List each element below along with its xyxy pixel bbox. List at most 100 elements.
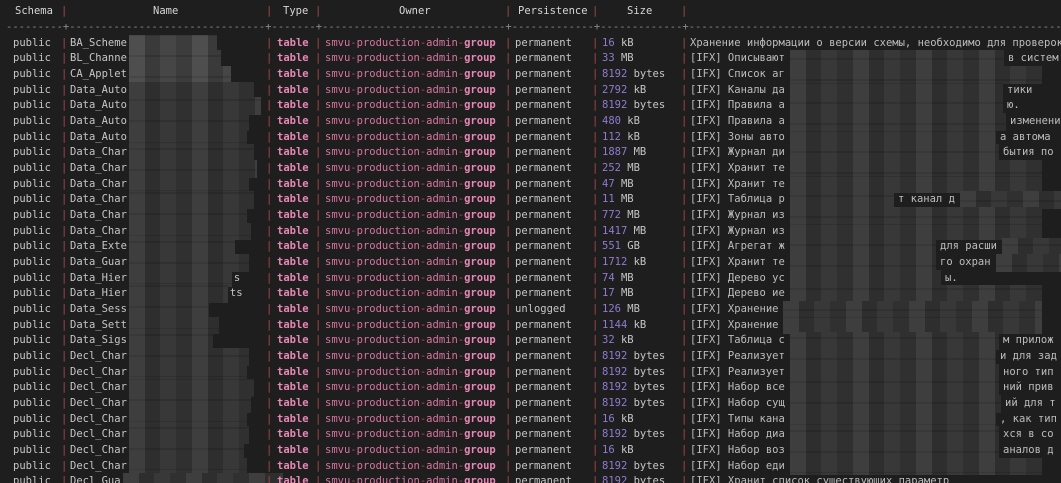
owner-keyword: group xyxy=(464,397,496,409)
cell-size-unit: MB xyxy=(627,161,640,177)
column-separator: | xyxy=(592,36,598,52)
cell-owner: smvu-production-admin-group xyxy=(325,239,496,255)
owner-word: admin xyxy=(426,52,458,64)
owner-keyword: group xyxy=(464,319,496,331)
column-separator: | xyxy=(315,83,321,99)
cell-persistence: permanent xyxy=(515,98,572,114)
owner-word: smvu xyxy=(325,193,350,205)
cell-size-value: 252 xyxy=(602,161,621,177)
cell-description-tail: бытия по xyxy=(1003,145,1054,161)
column-separator: | xyxy=(592,427,598,443)
cell-description: [IFX] Реализует xyxy=(690,365,785,381)
column-separator: | xyxy=(315,302,321,318)
cell-persistence: permanent xyxy=(515,36,572,52)
table-row: public|Data_Hierts|table|smvu-production… xyxy=(0,286,1061,302)
owner-keyword: group xyxy=(464,225,496,237)
column-separator: | xyxy=(505,4,511,20)
cell-size-unit: MB xyxy=(621,51,634,67)
cell-size-unit: bytes xyxy=(634,365,666,381)
cell-size-value: 32 xyxy=(602,333,615,349)
cell-size-unit: kB xyxy=(621,443,634,459)
owner-word: smvu xyxy=(325,272,350,284)
cell-size-value: 47 xyxy=(602,177,615,193)
column-separator: | xyxy=(592,192,598,208)
column-header-name: Name xyxy=(153,4,178,20)
cell-size-unit: MB xyxy=(621,192,634,208)
cell-schema: public xyxy=(13,177,51,193)
cell-owner: smvu-production-admin-group xyxy=(325,318,496,334)
column-separator: | xyxy=(315,145,321,161)
cell-size-value: 1712 xyxy=(602,255,627,271)
cell-type: table xyxy=(277,130,309,146)
owner-keyword: group xyxy=(464,303,496,315)
cell-description: [IFX] Агрегат ж xyxy=(690,239,785,255)
cell-table-name: Data_Char xyxy=(70,177,127,193)
cell-type: table xyxy=(277,36,309,52)
column-separator: | xyxy=(681,114,687,130)
owner-word: production xyxy=(357,303,420,315)
column-separator: | xyxy=(266,396,272,412)
cell-type: table xyxy=(277,114,309,130)
column-separator: | xyxy=(315,255,321,271)
owner-word: smvu xyxy=(325,37,350,49)
column-separator: | xyxy=(592,271,598,287)
cell-schema: public xyxy=(13,208,51,224)
cell-size-unit: bytes xyxy=(634,67,666,83)
column-separator: | xyxy=(315,130,321,146)
column-separator: | xyxy=(505,333,511,349)
cell-description: [IFX] Набор воз xyxy=(690,443,785,459)
cell-table-name: Data_Sigs xyxy=(70,333,127,349)
cell-persistence: permanent xyxy=(515,51,572,67)
column-separator: | xyxy=(315,412,321,428)
column-separator: | xyxy=(592,349,598,365)
cell-size-unit: bytes xyxy=(634,98,666,114)
column-separator: | xyxy=(266,302,272,318)
cell-persistence: permanent xyxy=(515,255,572,271)
cell-type: table xyxy=(277,380,309,396)
cell-size-unit: MB xyxy=(627,302,640,318)
cell-size-unit: bytes xyxy=(634,380,666,396)
cell-persistence: permanent xyxy=(515,333,572,349)
column-separator: | xyxy=(61,318,67,334)
cell-owner: smvu-production-admin-group xyxy=(325,365,496,381)
cell-description: [IFX] Описывают xyxy=(690,51,785,67)
cell-owner: smvu-production-admin-group xyxy=(325,51,496,67)
column-separator: | xyxy=(681,396,687,412)
cell-table-name: Data_Char xyxy=(70,224,127,240)
cell-owner: smvu-production-admin-group xyxy=(325,83,496,99)
owner-word: admin xyxy=(426,131,458,143)
owner-keyword: group xyxy=(464,350,496,362)
cell-type: table xyxy=(277,459,309,475)
cell-owner: smvu-production-admin-group xyxy=(325,443,496,459)
cell-persistence: permanent xyxy=(515,412,572,428)
cell-description: [IFX] Дерево ие xyxy=(690,286,785,302)
owner-word: production xyxy=(357,334,420,346)
owner-word: admin xyxy=(426,115,458,127)
table-row: public|Decl_Char|table|smvu-production-a… xyxy=(0,443,1061,459)
cell-description: [IFX] Хранит те xyxy=(690,177,785,193)
owner-word: production xyxy=(357,115,420,127)
column-separator: | xyxy=(681,239,687,255)
column-separator: | xyxy=(266,145,272,161)
column-separator: | xyxy=(592,333,598,349)
cell-description: [IFX] Правила а xyxy=(690,98,785,114)
cell-owner: smvu-production-admin-group xyxy=(325,427,496,443)
cell-type: table xyxy=(277,224,309,240)
column-separator: | xyxy=(61,333,67,349)
cell-persistence: permanent xyxy=(515,443,572,459)
owner-keyword: group xyxy=(464,131,496,143)
redaction-blur xyxy=(123,473,283,483)
column-separator: | xyxy=(315,208,321,224)
column-separator: | xyxy=(61,192,67,208)
cell-size-value: 33 xyxy=(602,51,615,67)
column-separator: | xyxy=(266,333,272,349)
column-separator: | xyxy=(266,177,272,193)
table-row: public|Data_Sigs|table|smvu-production-a… xyxy=(0,333,1061,349)
owner-word: production xyxy=(357,319,420,331)
cell-schema: public xyxy=(13,302,51,318)
column-separator: | xyxy=(61,427,67,443)
cell-schema: public xyxy=(13,51,51,67)
cell-size-unit: bytes xyxy=(634,349,666,365)
column-separator: | xyxy=(681,459,687,475)
cell-size-unit: GB xyxy=(627,239,640,255)
